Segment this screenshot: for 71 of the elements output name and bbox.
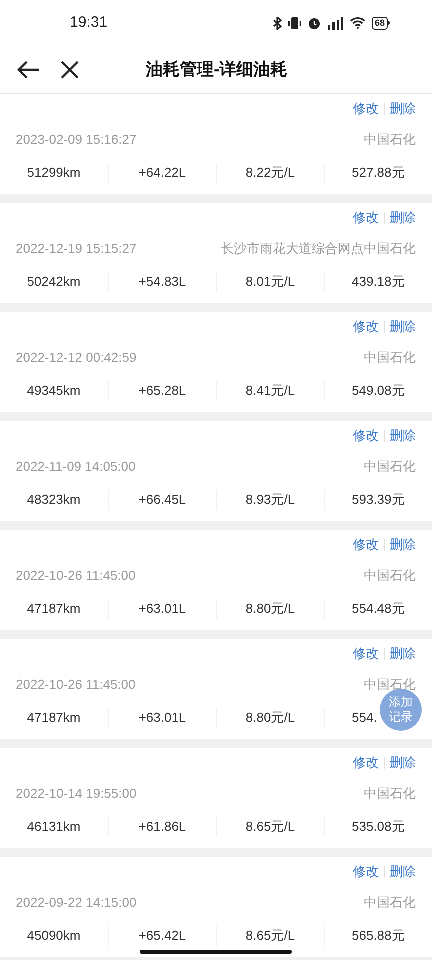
record-value: 439.18元	[352, 273, 405, 292]
record-value: +63.01L	[138, 709, 186, 728]
station-name: 中国石化	[364, 131, 416, 150]
delete-link[interactable]: 删除	[390, 862, 416, 882]
record-value: 51299km	[27, 164, 81, 182]
record-value: 8.93元/L	[246, 491, 296, 510]
record-value: +61.86L	[138, 818, 186, 836]
record-value: 593.39元	[352, 491, 405, 510]
record-value: +54.83L	[138, 273, 186, 292]
edit-link[interactable]: 修改	[353, 644, 379, 664]
record-value: 48323km	[27, 491, 81, 510]
record-value: 8.65元/L	[246, 927, 296, 946]
station-name: 中国石化	[364, 567, 416, 586]
status-time: 19:31	[70, 12, 108, 33]
record-value: +63.01L	[138, 600, 186, 618]
signal-icon	[326, 16, 344, 30]
record-datetime: 2022-11-09 14:05:00	[16, 458, 136, 476]
edit-link[interactable]: 修改	[353, 862, 379, 882]
edit-link[interactable]: 修改	[353, 208, 379, 228]
record-value: 8.22元/L	[246, 164, 296, 182]
record-value: 549.08元	[352, 382, 405, 400]
record-value: 554.48元	[352, 600, 405, 618]
record-datetime: 2022-12-12 00:42:59	[16, 349, 137, 368]
delete-link[interactable]: 删除	[390, 317, 416, 337]
delete-link[interactable]: 删除	[390, 426, 416, 446]
record-value: 554.	[352, 709, 378, 728]
record-datetime: 2022-09-22 14:15:00	[16, 894, 137, 912]
edit-link[interactable]: 修改	[353, 426, 379, 446]
record-datetime: 2022-10-14 19:55:00	[16, 785, 137, 804]
record-value: +64.22L	[138, 164, 186, 182]
edit-link[interactable]: 修改	[353, 317, 379, 337]
record-value: 565.88元	[352, 927, 405, 946]
vibrate-icon	[288, 16, 302, 30]
record-value: 47187km	[27, 709, 81, 728]
edit-link[interactable]: 修改	[353, 99, 379, 119]
record-datetime: 2022-12-19 15:15:27	[16, 240, 137, 258]
record-datetime: 2022-10-26 11:45:00	[16, 676, 136, 694]
page-title: 油耗管理-详细油耗	[146, 58, 288, 81]
station-name: 长沙市雨花大道综合网点中国石化	[221, 240, 416, 258]
delete-link[interactable]: 删除	[390, 644, 416, 664]
battery-icon: 68	[372, 16, 390, 30]
record-datetime: 2023-02-09 15:16:27	[16, 131, 137, 150]
record-datetime: 2022-10-26 11:45:00	[16, 567, 136, 586]
delete-link[interactable]: 删除	[390, 535, 416, 555]
delete-link[interactable]: 删除	[390, 208, 416, 228]
record-value: 8.41元/L	[246, 382, 296, 400]
record-value: +66.45L	[138, 491, 186, 510]
station-name: 中国石化	[364, 349, 416, 368]
record-value: 46131km	[27, 818, 81, 836]
record-value: 8.65元/L	[246, 818, 296, 836]
record-value: 527.88元	[352, 164, 405, 182]
alarm-icon	[308, 16, 321, 30]
delete-link[interactable]: 删除	[390, 99, 416, 119]
bluetooth-icon	[272, 16, 282, 30]
record-value: 8.01元/L	[246, 273, 296, 292]
wifi-icon	[350, 17, 366, 29]
record-value: 8.80元/L	[246, 600, 296, 618]
record-value: 45090km	[27, 927, 81, 946]
record-value: +65.42L	[138, 927, 186, 946]
edit-link[interactable]: 修改	[353, 535, 379, 555]
station-name: 中国石化	[364, 785, 416, 804]
station-name: 中国石化	[364, 458, 416, 476]
station-name: 中国石化	[364, 894, 416, 912]
record-value: 535.08元	[352, 818, 405, 836]
record-value: 47187km	[27, 600, 81, 618]
record-value: 8.80元/L	[246, 709, 296, 728]
edit-link[interactable]: 修改	[353, 753, 379, 773]
delete-link[interactable]: 删除	[390, 753, 416, 773]
record-value: +65.28L	[138, 382, 186, 400]
record-value: 50242km	[27, 273, 81, 292]
record-value: 49345km	[27, 382, 81, 400]
